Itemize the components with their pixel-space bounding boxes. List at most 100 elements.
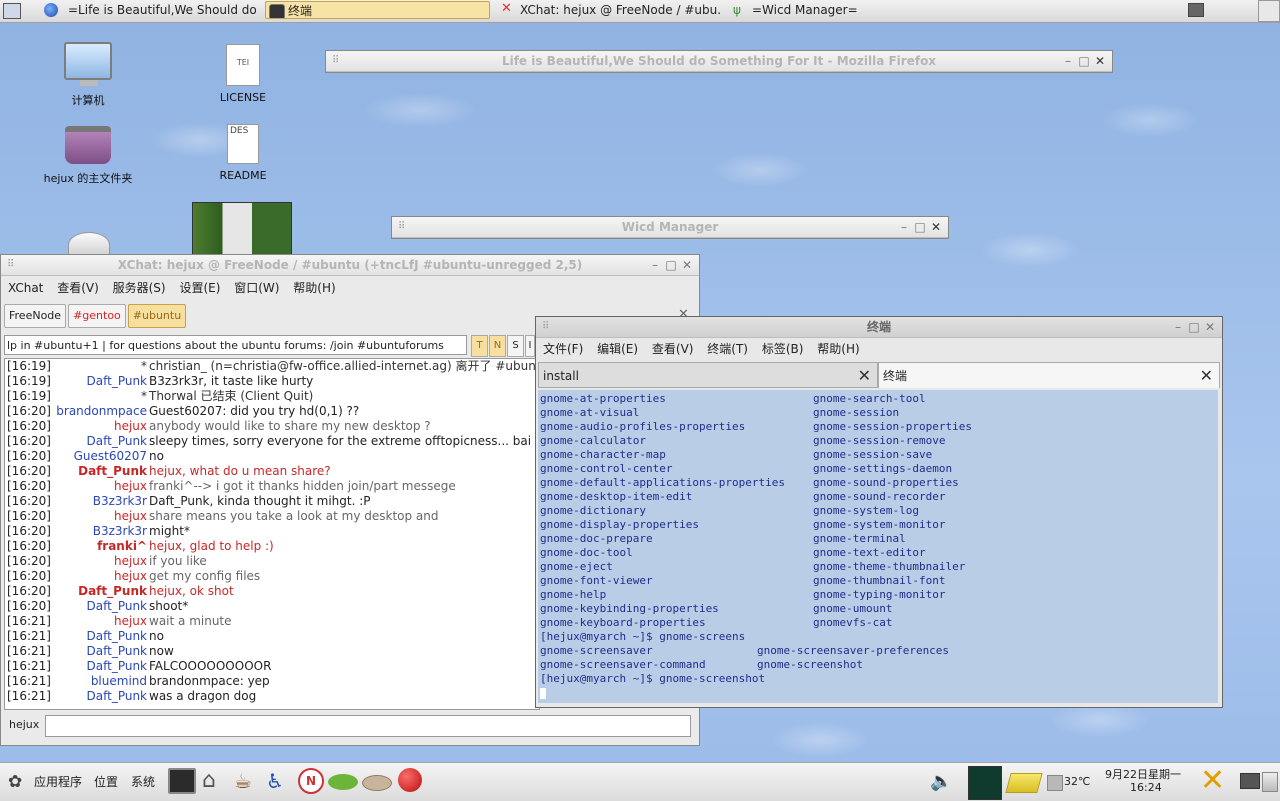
chat-nick[interactable]: hejux [114,569,147,584]
workspace-switcher[interactable] [1258,0,1280,22]
minimize-icon[interactable]: – [1170,317,1186,337]
topic-field[interactable]: lp in #ubuntu+1 | for questions about th… [4,335,467,355]
temperature-label[interactable]: 32℃ [1064,775,1090,788]
accessibility-launcher-icon[interactable]: ♿ [266,768,292,794]
chat-nick[interactable]: Daft_Punk [87,644,148,659]
menu-tabs[interactable]: 标签(B) [762,342,804,356]
chat-nick[interactable]: brandonmpace [56,404,147,419]
maximize-icon[interactable]: □ [663,255,679,275]
mode-i-button[interactable]: I [525,335,535,357]
chat-nick[interactable]: Daft_Punk [87,599,148,614]
close-icon[interactable]: ✕ [1202,317,1218,337]
mode-n-button[interactable]: N [489,335,506,357]
tab-freenode[interactable]: FreeNode [4,304,67,328]
chat-nick[interactable]: Guest60207 [74,449,147,464]
java-launcher-icon[interactable]: ☕ [234,768,260,794]
terminal-window[interactable]: ⠿ 终端 – □ ✕ 文件(F) 编辑(E) 查看(V) 终端(T) 标签(B) 帮… [535,316,1223,708]
terminal-launcher-icon[interactable] [168,768,196,794]
desktop-icon-home[interactable]: hejux 的主文件夹 [43,126,133,185]
xchat-tray-icon[interactable]: ✕ [1200,765,1225,797]
task-firefox[interactable]: =Life is Beautiful,We Should do S... [46,1,261,19]
firefox-titlebar[interactable]: ⠿ Life is Beautiful,We Should do Somethi… [326,51,1112,72]
show-desktop-icon[interactable] [3,3,21,19]
task-terminal[interactable]: 终端 [265,1,490,19]
home-launcher-icon[interactable]: ⌂ [202,768,228,794]
desktop-icon-computer[interactable]: 计算机 [43,42,133,107]
minimize-icon[interactable]: – [647,255,663,275]
xchat-titlebar[interactable]: ⠿ XChat: hejux @ FreeNode / #ubuntu (+tn… [1,255,699,276]
chat-nick[interactable]: hejux [114,554,147,569]
gnome-foot-icon[interactable]: ✿ [8,772,22,792]
trash-icon[interactable] [1262,772,1278,792]
apple-launcher-icon[interactable] [398,768,422,792]
chat-nick[interactable]: * [141,359,147,374]
chat-nick[interactable]: Daft_Punk [87,689,148,704]
task-xchat[interactable]: ✕ XChat: hejux @ FreeNode / #ubu... [498,1,720,19]
chat-log[interactable]: [16:19] * christian_ (n=christia@fw-office… [4,358,540,710]
menu-terminal[interactable]: 终端(T) [707,342,748,356]
chat-nick[interactable]: Daft_Punk [87,659,148,674]
wicd-window[interactable]: ⠿ Wicd Manager – □ ✕ [391,216,949,239]
chat-nick[interactable]: Daft_Punk [78,584,147,599]
clock-time[interactable]: 16:24 [1130,781,1162,794]
ufo-launcher-icon[interactable] [362,775,392,791]
close-icon[interactable]: ✕ [928,217,944,237]
menu-help[interactable]: 帮助(H) [293,281,335,295]
terminal-output[interactable]: gnome-at-properties gnome-search-tool gnom… [538,390,1218,703]
close-tab-icon[interactable]: ✕ [858,363,871,389]
menu-window[interactable]: 窗口(W) [234,281,279,295]
menu-system[interactable]: 系统 [131,773,155,790]
menu-view[interactable]: 查看(V) [652,342,694,356]
chat-nick[interactable]: B3z3rk3r [93,494,147,509]
menu-applications[interactable]: 应用程序 [34,773,82,790]
window-list-icon[interactable] [1188,3,1204,17]
chat-nick[interactable]: franki^ [97,539,147,554]
tab-ubuntu[interactable]: #ubuntu [127,304,187,328]
close-tab-icon[interactable]: ✕ [1200,363,1213,389]
minimize-icon[interactable]: – [1060,51,1076,71]
menu-server[interactable]: 服务器(S) [113,281,166,295]
menu-settings[interactable]: 设置(E) [179,281,220,295]
menu-file[interactable]: 文件(F) [543,342,583,356]
chat-nick[interactable]: hejux [114,479,147,494]
maximize-icon[interactable]: □ [912,217,928,237]
message-input[interactable] [45,715,691,737]
menu-view[interactable]: 查看(V) [57,281,99,295]
wicd-titlebar[interactable]: ⠿ Wicd Manager – □ ✕ [392,217,948,238]
chat-nick[interactable]: Daft_Punk [78,464,147,479]
menu-help[interactable]: 帮助(H) [817,342,859,356]
tab-install[interactable]: install ✕ [538,362,878,388]
chat-nick[interactable]: hejux [114,509,147,524]
task-wicd[interactable]: ψ =Wicd Manager= [730,1,880,19]
menu-xchat[interactable]: XChat [8,281,43,295]
chat-nick[interactable]: Daft_Punk [87,374,148,389]
chat-nick[interactable]: * [141,389,147,404]
terminal-titlebar[interactable]: ⠿ 终端 – □ ✕ [536,317,1222,338]
notes-icon[interactable] [1005,773,1043,793]
firefox-window[interactable]: ⠿ Life is Beautiful,We Should do Somethi… [325,50,1113,73]
screenshot-thumbnail[interactable] [192,202,292,258]
minimize-icon[interactable]: – [896,217,912,237]
nick-button[interactable]: hejux [9,718,39,731]
opensuse-launcher-icon[interactable] [328,774,358,790]
clock-date[interactable]: 9月22日星期一 [1105,766,1181,782]
menu-places[interactable]: 位置 [94,773,118,790]
maximize-icon[interactable]: □ [1186,317,1202,337]
maximize-icon[interactable]: □ [1076,51,1092,71]
network-tray-icon[interactable] [1240,773,1260,789]
close-icon[interactable]: ✕ [1092,51,1108,71]
chat-nick[interactable]: hejux [114,419,147,434]
chat-nick[interactable]: hejux [114,614,147,629]
close-icon[interactable]: ✕ [679,255,695,275]
mode-t-button[interactable]: T [471,335,488,357]
tab-gentoo[interactable]: #gentoo [68,304,126,328]
mode-s-button[interactable]: S [507,335,524,357]
netbeans-launcher-icon[interactable]: N [298,768,324,794]
chat-nick[interactable]: Daft_Punk [87,434,148,449]
desktop-icon-license[interactable]: TEI LICENSE [198,44,288,104]
chat-nick[interactable]: bluemind [91,674,147,689]
workspace-preview[interactable] [968,766,1002,800]
volume-icon[interactable]: 🔈 [930,771,952,792]
desktop-icon-readme[interactable]: DES README [198,124,288,182]
chat-nick[interactable]: Daft_Punk [87,629,148,644]
